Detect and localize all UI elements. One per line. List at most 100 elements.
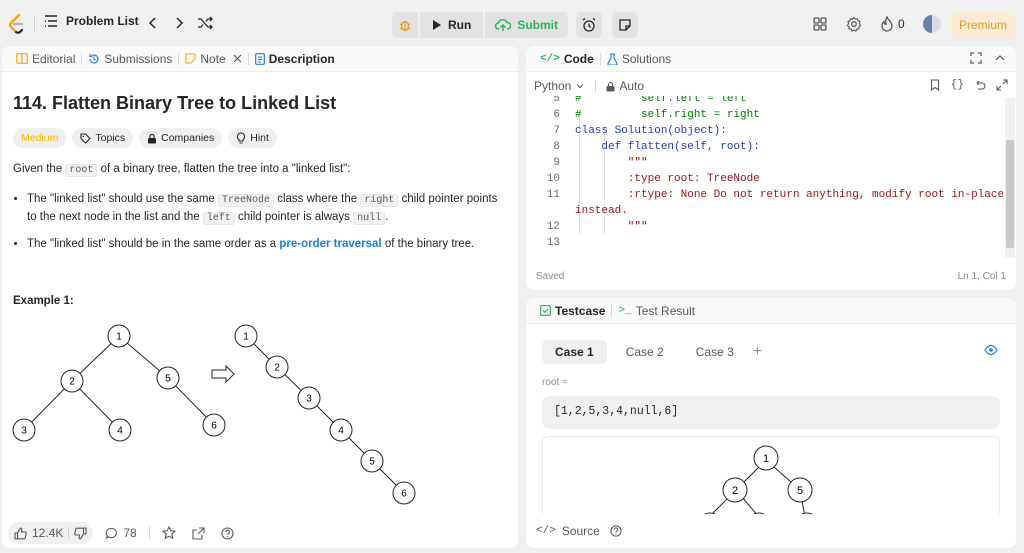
leetcode-logo-icon[interactable] [8,14,26,34]
testcase-panel: Testcase >_ Test Result Case 1 Case 2 Ca… [526,298,1016,548]
help-icon[interactable] [610,525,622,537]
inline-code: left [202,212,235,225]
share-icon[interactable] [192,526,205,540]
maximize-icon[interactable] [970,52,982,64]
tab-code-label: Code [563,51,594,66]
debug-button[interactable] [392,12,418,38]
tree-node: 1 [753,445,779,471]
test-tab-bar: Testcase >_ Test Result [526,298,1016,324]
tab-submissions[interactable]: Submissions [82,46,178,72]
tree-node: 3 [12,418,36,442]
case-tab-1[interactable]: Case 1 [542,340,607,364]
shuffle-icon[interactable] [197,15,213,31]
alarm-clock-icon [582,17,596,32]
panel-resize-handle[interactable] [520,46,524,548]
language-select[interactable]: Python [534,79,585,93]
comments-button[interactable]: 78 [105,526,137,540]
tab-description[interactable]: Description [249,46,341,72]
list-item: The "linked list" should use the same Tr… [27,191,503,227]
close-icon[interactable] [233,54,242,63]
tree-node: 1 [107,324,131,348]
chevron-up-icon[interactable] [994,52,1006,64]
requirements-list: The "linked list" should use the same Tr… [13,191,503,253]
editor-scrollbar[interactable] [1005,98,1015,258]
gear-icon[interactable] [846,16,862,32]
autocomplete-toggle[interactable]: Auto [606,79,644,93]
svg-text:2: 2 [69,377,75,388]
divider [595,80,597,92]
svg-text:6: 6 [211,421,217,432]
chevron-left-icon[interactable] [145,15,161,31]
notes-button[interactable] [612,12,638,38]
problem-nav [145,15,213,31]
svg-text:1: 1 [243,332,249,343]
eye-icon[interactable] [984,344,998,356]
problem-list-button[interactable]: Problem List [44,14,139,28]
chevron-right-icon[interactable] [171,15,187,31]
tab-solutions[interactable]: Solutions [601,46,677,72]
lock-icon [148,133,157,143]
problem-title: 114. Flatten Binary Tree to Linked List [13,93,337,113]
layout-grid-icon[interactable] [812,16,828,32]
case-tab-2[interactable]: Case 2 [613,340,677,364]
tab-note[interactable]: Note [179,46,247,72]
source-label[interactable]: Source [562,524,600,538]
divider [68,527,70,539]
code-editor[interactable]: 5 # self.left = left 6 # self.right = righ… [526,96,1004,256]
tab-editorial[interactable]: Editorial [10,46,81,72]
tab-submissions-label: Submissions [104,51,173,66]
topics-label: Topics [95,132,126,144]
tree-node: 2 [722,477,748,503]
streak-counter[interactable]: 0 [880,16,905,32]
note-icon [185,53,196,64]
help-icon[interactable] [221,526,234,540]
svg-text:5: 5 [369,457,375,468]
avatar[interactable] [922,15,941,33]
bug-icon [399,20,411,32]
list-node: 6 [392,481,416,505]
root-input[interactable]: [1,2,5,3,4,null,6] [542,396,1000,429]
case-tab-3[interactable]: Case 3 [683,340,747,364]
flask-icon [607,52,618,65]
format-braces-icon[interactable]: {} [951,79,964,91]
hint-tag[interactable]: Hint [228,128,277,148]
chevron-down-icon [576,84,584,89]
editor-tools: {} [929,79,1008,91]
like-group: 12.4K [8,522,94,544]
companies-label: Companies [161,132,215,144]
list-node: 5 [360,449,384,473]
preorder-link[interactable]: pre-order traversal [279,238,381,250]
run-button[interactable]: Run [420,12,484,38]
tab-code[interactable]: </> Code [534,46,600,72]
document-icon [254,52,265,65]
premium-button[interactable]: Premium [950,12,1016,38]
svg-text:3: 3 [21,426,27,437]
add-case-icon[interactable]: + [753,344,762,360]
timer-button[interactable] [576,12,602,38]
description-footer: 12.4K 78 [2,518,518,548]
scrollbar-thumb[interactable] [1006,140,1014,248]
example-tree-diagram: 1 2 5 3 4 6 1 2 3 4 5 6 [12,324,416,505]
run-controls: Run Submit [392,12,638,38]
thumbs-up-icon[interactable] [14,526,27,540]
submit-button[interactable]: Submit [485,12,568,38]
thumbs-down-icon[interactable] [74,526,87,540]
sticky-note-icon [619,19,631,31]
like-count: 12.4K [32,526,64,540]
intro-text: Given the root of a binary tree, flatten… [13,163,351,177]
undo-icon[interactable] [974,79,986,91]
bookmark-icon[interactable] [929,79,941,91]
topics-tag[interactable]: Topics [72,128,134,148]
code-brackets-icon: </> [540,52,560,65]
tab-test-result[interactable]: >_ Test Result [612,298,701,324]
lock-icon [606,81,615,91]
tree-node: 5 [156,366,180,390]
root-param-label: root = [542,377,568,388]
tab-testcase[interactable]: Testcase [534,298,611,324]
inline-code: null [353,212,386,225]
expand-icon[interactable] [996,79,1008,91]
case-tabs: Case 1 Case 2 Case 3 + [542,340,762,364]
star-icon[interactable] [161,526,176,540]
divider [34,16,35,32]
companies-tag[interactable]: Companies [139,128,223,148]
